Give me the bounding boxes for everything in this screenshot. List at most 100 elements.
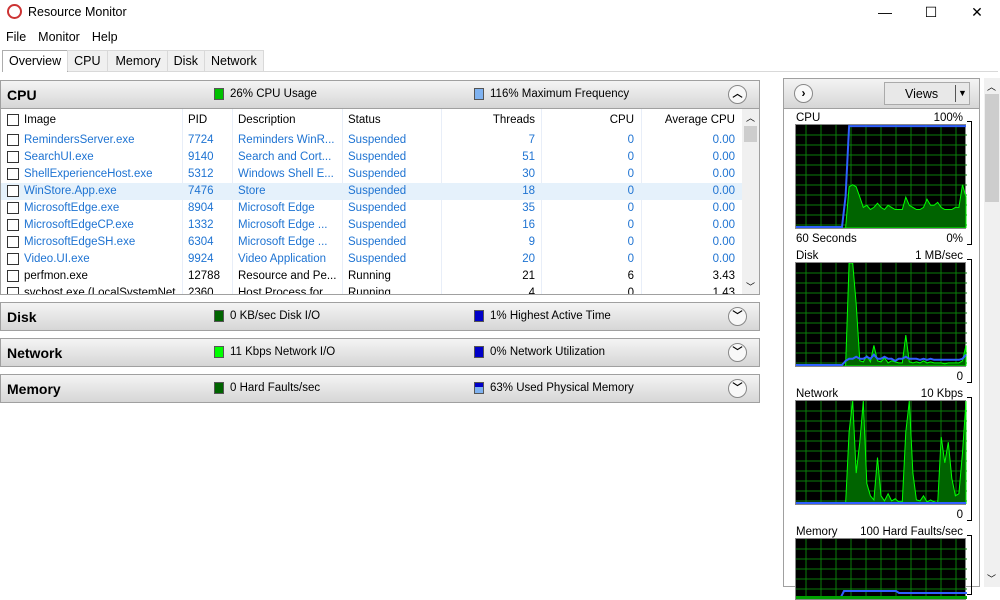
cell-status: Suspended [348,134,407,146]
graph-max-label: 1 MB/sec [915,250,963,262]
column-description[interactable]: Description [238,114,336,126]
graph-min-label: 0 [956,509,963,521]
menu-monitor[interactable]: Monitor [32,26,86,48]
network-section-header[interactable]: Network 11 Kbps Network I/O 0% Network U… [0,338,760,367]
close-button[interactable]: ✕ [954,0,1000,24]
cell-description: Reminders WinR... [238,134,335,146]
row-checkbox[interactable] [7,270,19,282]
scroll-thumb[interactable] [744,126,757,142]
row-checkbox[interactable] [7,134,19,146]
metric-text: 0% Network Utilization [490,346,606,358]
cell-threads: 21 [522,270,535,282]
cell-description: Resource and Pe... [238,270,336,282]
cell-pid: 12788 [188,270,220,282]
cpu-section-header[interactable]: CPU 26% CPU Usage 116% Maximum Frequency… [0,80,760,109]
table-row[interactable]: RemindersServer.exe 7724 Reminders WinR...… [1,132,743,149]
cell-description: Microsoft Edge [238,202,315,214]
graph-time-label: 60 Seconds [796,233,857,245]
expand-chevron-icon[interactable]: ﹀ [728,379,747,398]
memory-section-header[interactable]: Memory 0 Hard Faults/sec 63% Used Physic… [0,374,760,403]
views-dropdown[interactable]: Views ▼ [884,82,970,105]
table-row[interactable]: MicrosoftEdge.exe 8904 Microsoft Edge Suspe… [1,200,743,217]
cell-description: Store [238,185,266,197]
scale-bracket [967,121,972,245]
cell-cpu: 0 [627,253,634,265]
cell-image: MicrosoftEdge.exe [24,202,120,214]
column-image[interactable]: Image [24,114,179,126]
tab-cpu[interactable]: CPU [67,50,108,71]
graph-pane-scrollbar[interactable]: ︿ ﹀ [984,78,1000,587]
row-checkbox[interactable] [7,202,19,214]
menu-file[interactable]: File [0,26,32,48]
cell-pid: 2360 [188,287,214,295]
active-time-metric: 1% Highest Active Time [474,310,611,322]
green-swatch-icon [214,346,224,358]
row-checkbox[interactable] [7,151,19,163]
table-row[interactable]: svchost.exe (LocalSystemNet... 2360 Host P… [1,285,743,295]
row-checkbox[interactable] [7,236,19,248]
cell-average-cpu: 0.00 [712,185,735,197]
table-row[interactable]: SearchUI.exe 9140 Search and Cort... Suspen… [1,149,743,166]
graph-title: CPU [796,112,821,124]
row-checkbox[interactable] [7,287,19,294]
table-row[interactable]: Video.UI.exe 9924 Video Application Suspend… [1,251,743,268]
cell-status: Suspended [348,185,407,197]
column-cpu[interactable]: CPU [541,114,634,126]
tab-overview[interactable]: Overview [2,50,69,72]
row-checkbox[interactable] [7,168,19,180]
menu-help[interactable]: Help [86,26,124,48]
table-scrollbar[interactable]: ︿ ﹀ [742,109,759,294]
collapse-chevron-icon[interactable]: ︿ [728,85,747,104]
cell-threads: 16 [522,219,535,231]
metric-text: 116% Maximum Frequency [490,88,630,100]
column-threads[interactable]: Threads [441,114,535,126]
cell-cpu: 0 [627,236,634,248]
memory-graph [795,538,967,600]
disk-section-header[interactable]: Disk 0 KB/sec Disk I/O 1% Highest Active… [0,302,760,331]
tab-network[interactable]: Network [203,50,264,71]
cell-threads: 9 [528,236,535,248]
cell-description: Windows Shell E... [238,168,334,180]
table-row[interactable]: ShellExperienceHost.exe 5312 Windows Shell… [1,166,743,183]
maximize-button[interactable]: ☐ [908,0,954,24]
table-row[interactable]: MicrosoftEdgeCP.exe 1332 Microsoft Edge ..… [1,217,743,234]
graph-title: Network [796,388,839,400]
table-row[interactable]: MicrosoftEdgeSH.exe 6304 Microsoft Edge ..… [1,234,743,251]
cell-cpu: 0 [627,151,634,163]
cell-pid: 7476 [188,185,214,197]
cell-threads: 4 [528,287,535,295]
column-pid[interactable]: PID [188,114,228,126]
graph-title: Disk [796,250,819,262]
select-all-checkbox[interactable] [7,114,19,126]
collapse-pane-chevron-icon[interactable]: › [794,84,813,103]
cell-pid: 9140 [188,151,214,163]
cell-description: Microsoft Edge ... [238,236,328,248]
column-status[interactable]: Status [348,114,428,126]
minimize-button[interactable]: — [862,0,908,24]
tab-memory[interactable]: Memory [106,50,168,71]
scroll-thumb[interactable] [985,94,999,202]
cell-cpu: 0 [627,168,634,180]
cell-cpu: 0 [627,185,634,197]
disk-graph [795,262,967,367]
tab-disk[interactable]: Disk [166,50,205,71]
row-checkbox[interactable] [7,185,19,197]
cell-status: Suspended [348,151,407,163]
table-row[interactable]: perfmon.exe 12788 Resource and Pe... Runnin… [1,268,743,285]
overview-pane: CPU 26% CPU Usage 116% Maximum Frequency… [0,78,760,587]
column-average-cpu[interactable]: Average CPU [641,114,735,126]
cell-average-cpu: 0.00 [712,219,735,231]
views-label: Views [905,87,939,101]
cell-average-cpu: 3.43 [712,270,735,282]
expand-chevron-icon[interactable]: ﹀ [728,307,747,326]
cell-threads: 18 [522,185,535,197]
row-checkbox[interactable] [7,219,19,231]
table-row[interactable]: WinStore.App.exe 7476 Store Suspended 18 0 0.0… [1,183,743,200]
cpu-process-table: Image PID Description Status Threads CPU… [0,109,760,295]
blue-swatch-icon [474,310,484,322]
cpu-usage-metric: 26% CPU Usage [214,88,317,100]
green-swatch-icon [214,310,224,322]
row-checkbox[interactable] [7,253,19,265]
expand-chevron-icon[interactable]: ﹀ [728,343,747,362]
cell-cpu: 0 [627,219,634,231]
